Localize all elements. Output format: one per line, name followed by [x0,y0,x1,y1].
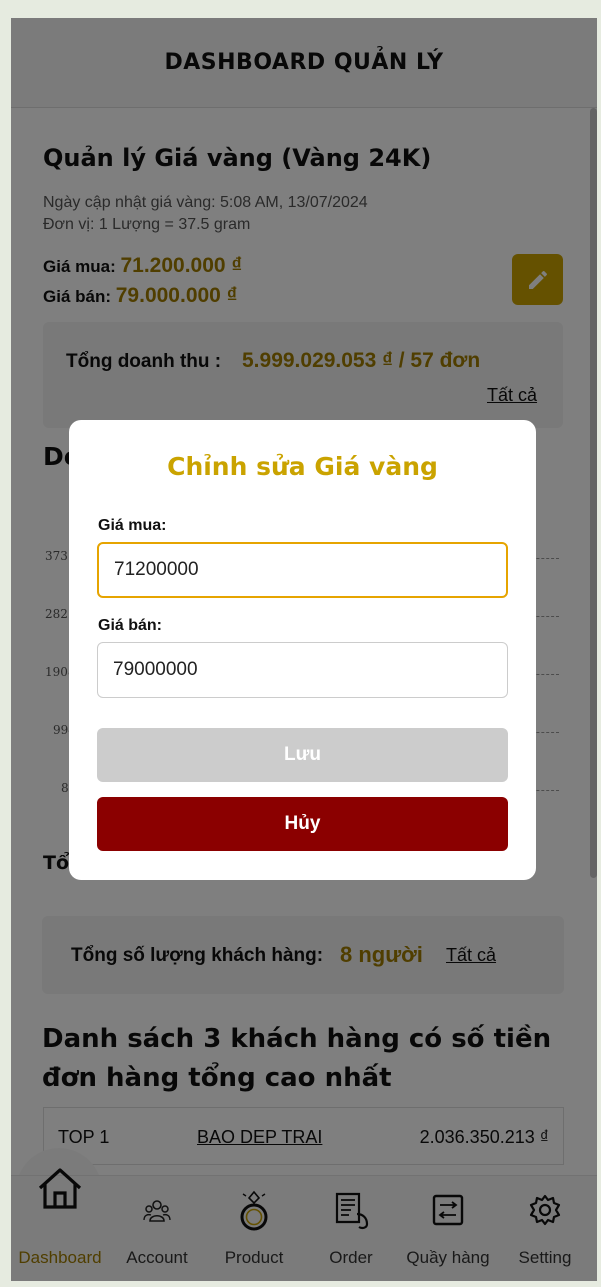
buy-price-input[interactable] [97,542,508,598]
cancel-button[interactable]: Hủy [97,797,508,851]
sell-price-input[interactable] [97,642,508,698]
buy-price-field-label: Giá mua: [98,517,167,534]
save-button[interactable]: Lưu [97,728,508,782]
app-frame: DASHBOARD QUẢN LÝ Quản lý Giá vàng (Vàng… [11,18,597,1281]
sell-price-field-label: Giá bán: [98,617,163,634]
dialog-title: Chỉnh sửa Giá vàng [167,452,438,481]
edit-gold-price-dialog: Chỉnh sửa Giá vàng Giá mua: Giá bán: Lưu… [69,420,536,880]
